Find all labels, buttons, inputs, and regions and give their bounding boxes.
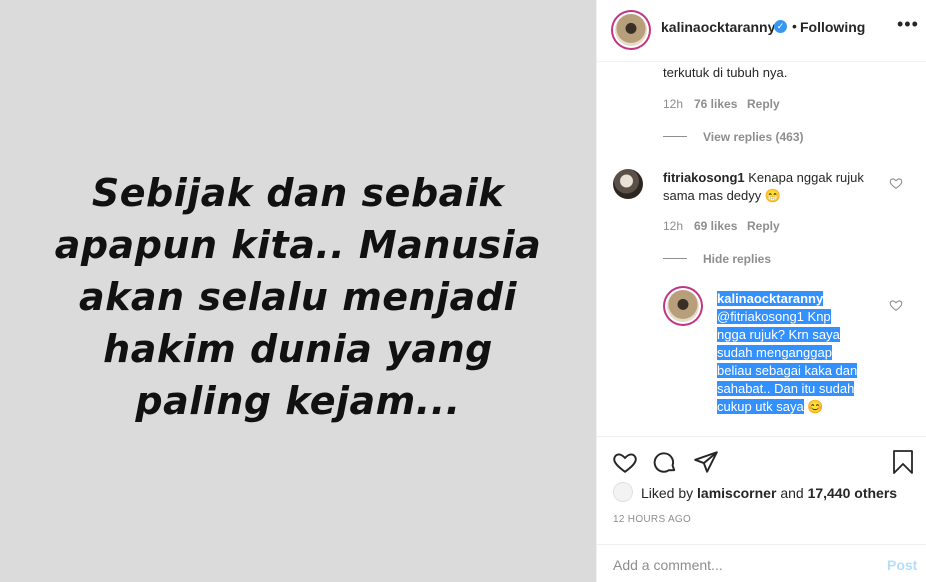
comment-likes[interactable]: 76 likes <box>694 97 737 111</box>
add-comment-bar: Post <box>597 544 926 582</box>
like-comment-heart-icon[interactable] <box>889 176 903 190</box>
post-header: kalinaocktaranny ✓ • Following ••• <box>597 0 926 62</box>
save-bookmark-icon[interactable] <box>891 449 915 475</box>
reply-button[interactable]: Reply <box>747 97 780 111</box>
view-replies-button[interactable]: View replies (463) <box>703 130 804 144</box>
reply-text-line: cukup utk saya <box>717 399 804 414</box>
likes-count[interactable]: 17,440 others <box>808 485 898 501</box>
like-heart-icon[interactable] <box>612 449 638 475</box>
add-comment-input[interactable] <box>613 557 863 573</box>
post-timestamp[interactable]: 12 HOURS AGO <box>613 514 691 525</box>
liked-prefix: Liked by <box>641 485 694 501</box>
comment-time: 12h <box>663 219 684 233</box>
comment-body: fitriakosong1 Kenapa nggak rujuk sama ma… <box>663 169 885 205</box>
separator-dot: • <box>792 18 797 34</box>
liked-and: and <box>780 485 804 501</box>
quote-line: Sebijak dan sebaik <box>91 171 505 215</box>
commenter-username[interactable]: fitriakosong1 <box>663 170 745 185</box>
quote-line: apapun kita.. Manusia <box>54 223 542 267</box>
comment-text: terkutuk di tubuh nya. <box>663 65 788 80</box>
liked-by-summary: Liked by lamiscorner and 17,440 others <box>641 485 897 501</box>
reply-text-line: ngga rujuk? Krn saya <box>717 327 840 342</box>
reply-text-line: sahabat.. Dan itu sudah <box>717 381 855 396</box>
post-side-panel: kalinaocktaranny ✓ • Following ••• terku… <box>596 0 926 582</box>
share-send-icon[interactable] <box>693 449 719 475</box>
quote-line: paling kejam... <box>135 379 461 423</box>
replies-divider <box>663 136 687 137</box>
following-button[interactable]: Following <box>800 19 865 35</box>
reply-text-line: @fitriakosong1 Knp <box>717 309 831 324</box>
post-comment-button[interactable]: Post <box>887 557 917 573</box>
comments-list[interactable]: terkutuk di tubuh nya. 12h 76 likes Repl… <box>597 62 926 436</box>
comment-text: sama mas dedyy 😁 <box>663 188 782 203</box>
reply-owner-avatar[interactable] <box>663 286 703 326</box>
owner-username[interactable]: kalinaocktaranny <box>661 19 775 35</box>
comment-time: 12h <box>663 97 684 111</box>
post-actions: Liked by lamiscorner and 17,440 others 1… <box>597 436 926 544</box>
commenter-avatar[interactable] <box>613 169 643 199</box>
comment-bubble-icon[interactable] <box>652 449 678 475</box>
verified-badge-icon: ✓ <box>774 20 787 33</box>
reply-text-line: beliau sebagai kaka dan <box>717 363 858 378</box>
smile-emoji-icon: 😊 <box>807 399 824 414</box>
reply-username[interactable]: kalinaocktaranny <box>717 291 824 306</box>
owner-avatar[interactable] <box>611 10 651 50</box>
comment-text: Kenapa nggak rujuk <box>748 170 864 185</box>
comment-likes[interactable]: 69 likes <box>694 219 737 233</box>
replies-divider <box>663 258 687 259</box>
quote-line: akan selalu menjadi <box>78 275 518 319</box>
hide-replies-button[interactable]: Hide replies <box>703 252 771 266</box>
more-options-icon[interactable]: ••• <box>897 14 919 35</box>
liker-username[interactable]: lamiscorner <box>697 485 776 501</box>
owner-reply-body: kalinaocktaranny @fitriakosong1 Knp ngga… <box>717 290 877 416</box>
like-reply-heart-icon[interactable] <box>889 298 903 312</box>
post-image-quote: Sebijak dan sebaik apapun kita.. Manusia… <box>18 167 578 427</box>
reply-text-line: sudah menganggap <box>717 345 832 360</box>
reply-button[interactable]: Reply <box>747 219 780 233</box>
quote-line: hakim dunia yang <box>103 327 493 371</box>
post-image[interactable]: Sebijak dan sebaik apapun kita.. Manusia… <box>0 0 596 582</box>
liker-avatar[interactable] <box>613 482 633 502</box>
